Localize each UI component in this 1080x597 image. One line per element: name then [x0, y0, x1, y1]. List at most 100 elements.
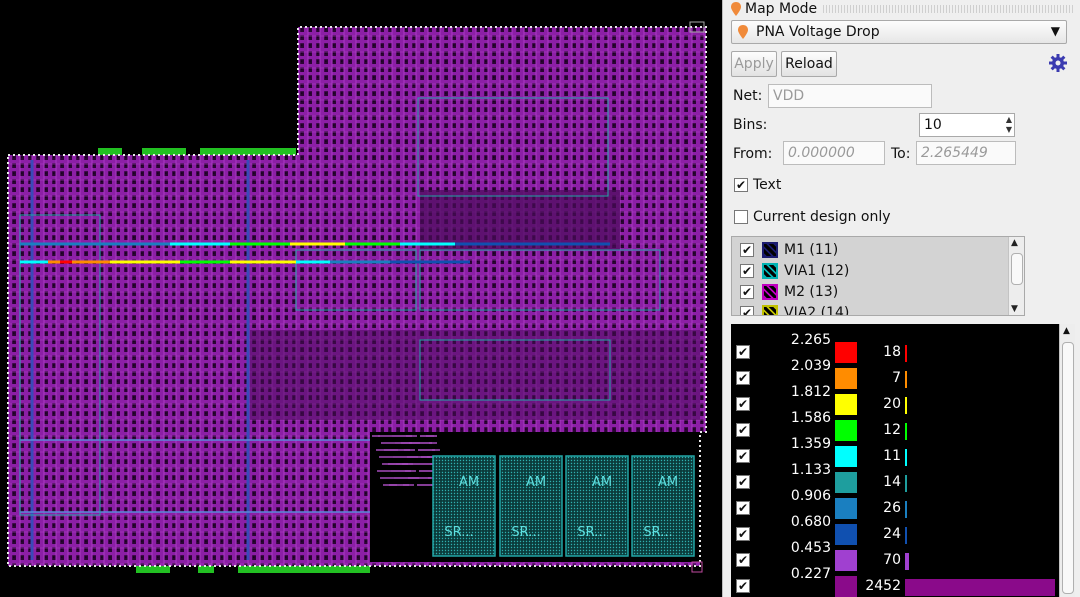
layer-swatch [762, 283, 778, 300]
map-mode-select[interactable]: PNA Voltage Drop ▼ [731, 20, 1067, 44]
legend-checkbox[interactable]: ✔ [736, 579, 750, 593]
legend-scrollbar[interactable]: ▲ [1059, 324, 1075, 597]
layer-label: VIA1 (12) [784, 262, 850, 279]
legend-checkbox[interactable]: ✔ [736, 449, 750, 463]
legend-value: 0.680 [790, 514, 831, 530]
legend-count: 26 [883, 500, 901, 516]
panel-title-bar: Map Mode [731, 0, 1075, 18]
apply-button[interactable]: Apply [731, 51, 777, 77]
legend-histogram-bar [905, 475, 907, 492]
legend-count: 20 [883, 396, 901, 412]
legend-value: 0.906 [790, 488, 831, 504]
legend-value: 2.039 [790, 358, 831, 374]
text-checkbox[interactable]: ✔ [734, 178, 748, 192]
layer-list[interactable]: ✔ M1 (11) ✔ VIA1 (12) ✔ M2 (13) ✔ VIA2 (14) ▲ ▼ [731, 236, 1025, 316]
legend-swatch [835, 524, 857, 545]
legend-swatch [835, 550, 857, 571]
layer-item[interactable]: ✔ M1 (11) [732, 239, 1002, 260]
map-pin-icon [738, 25, 748, 39]
legend-checkbox[interactable]: ✔ [736, 371, 750, 385]
layer-checkbox[interactable]: ✔ [740, 284, 754, 299]
legend-swatch [835, 576, 857, 597]
io-pin-strip [142, 148, 186, 155]
gear-icon[interactable] [1048, 53, 1068, 73]
scroll-down-icon[interactable]: ▼ [1011, 304, 1018, 314]
legend-value: 2.265 [790, 332, 831, 348]
legend-swatch [835, 420, 857, 441]
legend-swatch [835, 394, 857, 415]
layer-label: VIA2 (14) [784, 304, 850, 316]
net-input-placeholder: VDD [773, 88, 805, 104]
io-pin-strip [136, 566, 170, 573]
net-input[interactable]: VDD [768, 84, 932, 108]
voltage-legend: ✔ 2.265 18 ✔ 2.039 7 ✔ 1.812 20 ✔ 1.586 12 ✔ 1.359 11 ✔… [731, 324, 1059, 597]
legend-histogram-bar [905, 501, 907, 518]
from-label: From: [733, 146, 773, 162]
layer-swatch [762, 262, 778, 279]
legend-value: 0.227 [790, 566, 831, 582]
sram-macro-label: SR... [643, 525, 672, 540]
legend-checkbox[interactable]: ✔ [736, 475, 750, 489]
from-value: 0.000000 [788, 145, 855, 161]
legend-value: 1.586 [790, 410, 831, 426]
layer-checkbox[interactable]: ✔ [740, 263, 754, 278]
sram-macro-label: SR... [444, 525, 473, 540]
layer-label: M2 (13) [784, 283, 839, 300]
bins-spinbox[interactable]: 10 ▲ ▼ [919, 113, 1015, 137]
legend-value: 1.812 [790, 384, 831, 400]
panel-drag-grip[interactable] [823, 5, 1075, 13]
legend-count: 18 [883, 344, 901, 360]
scroll-thumb[interactable] [1011, 253, 1023, 285]
io-pin-strip [98, 148, 122, 155]
map-mode-panel: Map Mode PNA Voltage Drop ▼ Apply Reload… [722, 0, 1080, 597]
legend-count: 24 [883, 526, 901, 542]
legend-checkbox[interactable]: ✔ [736, 501, 750, 515]
scroll-up-icon[interactable]: ▲ [1011, 238, 1018, 248]
scroll-thumb[interactable] [1062, 342, 1074, 594]
legend-histogram-bar [905, 371, 907, 388]
legend-count: 12 [883, 422, 901, 438]
layer-list-scrollbar[interactable]: ▲ ▼ [1008, 237, 1024, 315]
legend-checkbox[interactable]: ✔ [736, 345, 750, 359]
legend-histogram-bar [905, 579, 1055, 596]
text-checkbox-label: Text [753, 177, 782, 193]
dropdown-arrow-icon: ▼ [1050, 24, 1060, 38]
sram-macro-label: AM [526, 475, 546, 490]
to-input[interactable]: 2.265449 [916, 141, 1016, 165]
dense-region [250, 330, 700, 420]
current-design-label: Current design only [753, 209, 891, 225]
bins-value: 10 [924, 117, 942, 133]
reload-button[interactable]: Reload [781, 51, 837, 77]
legend-checkbox[interactable]: ✔ [736, 527, 750, 541]
legend-count: 11 [883, 448, 901, 464]
legend-histogram-bar [905, 397, 907, 414]
layer-item[interactable]: ✔ VIA2 (14) [732, 302, 1002, 316]
legend-swatch [835, 498, 857, 519]
layout-view[interactable]: AM SR... AM SR... AM SR... AM SR... [0, 0, 722, 597]
to-value: 2.265449 [921, 145, 988, 161]
legend-swatch [835, 368, 857, 389]
legend-checkbox[interactable]: ✔ [736, 553, 750, 567]
layer-checkbox[interactable]: ✔ [740, 242, 754, 257]
legend-checkbox[interactable]: ✔ [736, 397, 750, 411]
layer-item[interactable]: ✔ VIA1 (12) [732, 260, 1002, 281]
current-design-checkbox[interactable] [734, 210, 748, 224]
layer-item[interactable]: ✔ M2 (13) [732, 281, 1002, 302]
legend-checkbox[interactable]: ✔ [736, 423, 750, 437]
bins-label: Bins: [733, 117, 768, 133]
sram-macro [565, 455, 629, 557]
legend-histogram-bar [905, 345, 907, 362]
sram-macro [432, 455, 496, 557]
scroll-up-icon[interactable]: ▲ [1063, 326, 1070, 336]
sram-macro-label: AM [459, 475, 479, 490]
legend-value: 1.359 [790, 436, 831, 452]
legend-count: 14 [883, 474, 901, 490]
sram-macro [631, 455, 695, 557]
from-input[interactable]: 0.000000 [783, 141, 885, 165]
layer-checkbox[interactable]: ✔ [740, 305, 754, 315]
spin-arrows-icon[interactable]: ▲ ▼ [1006, 115, 1012, 135]
layout-canvas[interactable]: AM SR... AM SR... AM SR... AM SR... [0, 0, 722, 597]
sram-macro-label: AM [658, 475, 678, 490]
sram-macro-label: AM [592, 475, 612, 490]
legend-count: 70 [883, 552, 901, 568]
